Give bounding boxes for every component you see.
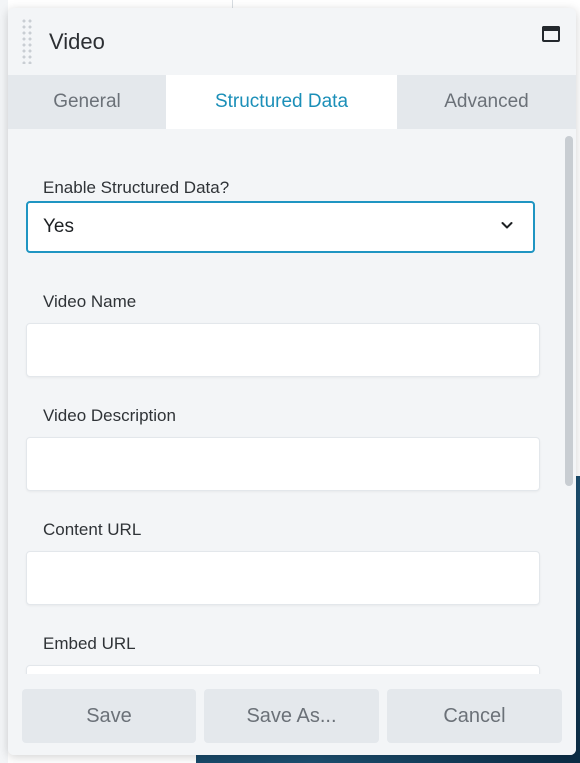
tab-advanced[interactable]: Advanced: [397, 75, 576, 129]
embed-url-label: Embed URL: [43, 634, 136, 653]
drag-handle-icon[interactable]: [21, 18, 33, 64]
form-content: Enable Structured Data? Yes Video Name V…: [8, 129, 576, 674]
panel-header: Video: [8, 8, 576, 75]
enable-structured-data-label: Enable Structured Data?: [43, 178, 230, 197]
content-url-input[interactable]: [26, 551, 540, 605]
select-value: Yes: [43, 216, 74, 237]
builder-sidebar-strip: [0, 0, 8, 763]
panel-footer: Save Save As... Cancel: [8, 674, 576, 755]
enable-structured-data-select[interactable]: Yes: [26, 201, 535, 253]
tab-general[interactable]: General: [8, 75, 166, 129]
scrollbar-thumb[interactable]: [565, 136, 573, 486]
video-name-input[interactable]: [26, 323, 540, 377]
content-url-label: Content URL: [43, 520, 142, 539]
video-description-input[interactable]: [26, 437, 540, 491]
video-description-label: Video Description: [43, 406, 176, 425]
save-as-button[interactable]: Save As...: [204, 689, 379, 743]
video-name-label: Video Name: [43, 292, 137, 311]
maximize-icon[interactable]: [542, 26, 560, 42]
tab-structured-data[interactable]: Structured Data: [166, 75, 397, 129]
embed-url-input[interactable]: [26, 665, 540, 674]
cancel-button[interactable]: Cancel: [387, 689, 562, 743]
settings-panel: Video General Structured Data Advanced E…: [8, 8, 576, 755]
tab-bar: General Structured Data Advanced: [8, 75, 576, 129]
save-button[interactable]: Save: [22, 689, 196, 743]
chevron-down-icon: [501, 222, 513, 229]
panel-title: Video: [49, 29, 105, 54]
